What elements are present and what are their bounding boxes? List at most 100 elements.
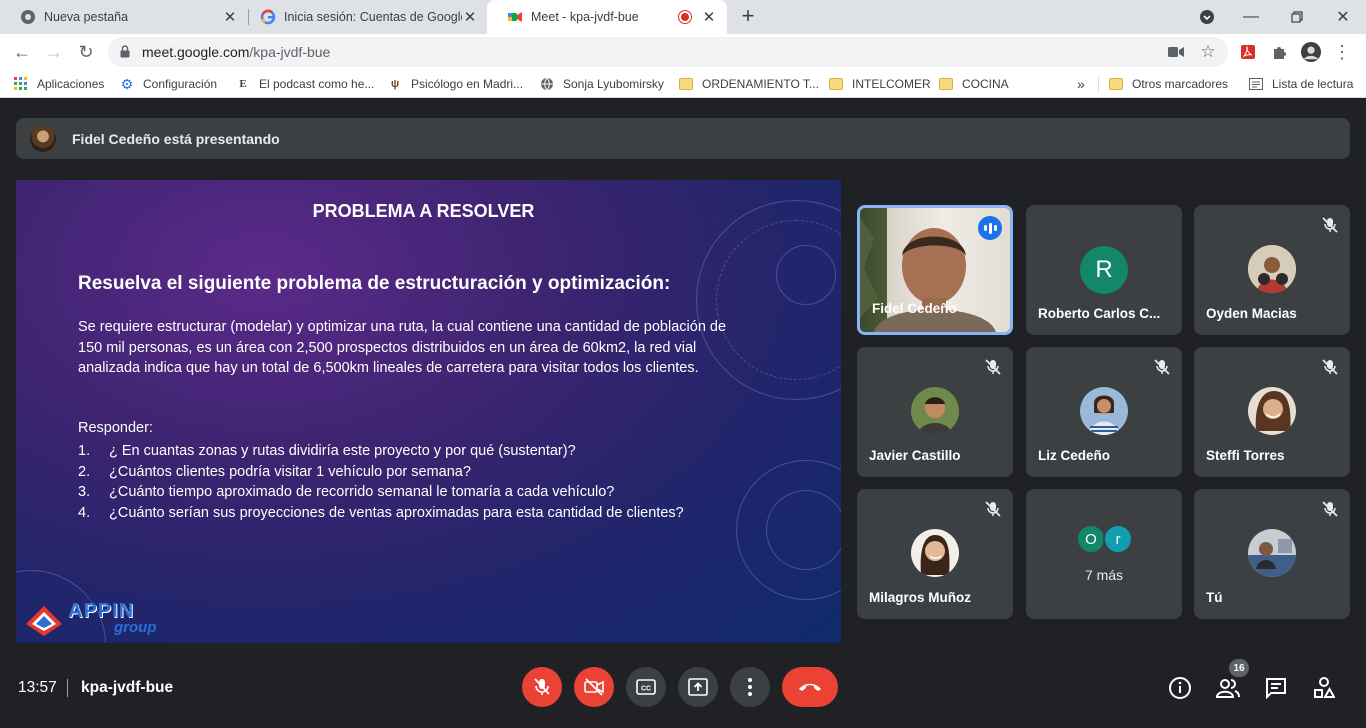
bookmark-apps[interactable]: Aplicaciones — [14, 70, 104, 98]
browser-toolbar: ← → ↻ meet.google.com/kpa-jvdf-bue ☆ ⋮ — [0, 34, 1366, 70]
bookmark-folder-intelcomer[interactable]: INTELCOMER — [829, 70, 931, 98]
bookmark-label: COCINA — [962, 77, 1009, 91]
reload-icon[interactable]: ↻ — [74, 40, 98, 64]
bookmark-folder-ordenamiento[interactable]: ORDENAMIENTO T... — [679, 70, 819, 98]
info-icon — [1169, 677, 1191, 699]
more-options-button[interactable] — [730, 667, 770, 707]
new-tab-button[interactable]: + — [737, 5, 759, 28]
presenting-text: Fidel Cedeño está presentando — [72, 130, 280, 147]
leave-call-button[interactable] — [782, 667, 838, 707]
more-bookmarks-button[interactable]: » — [1077, 70, 1085, 98]
bookmark-label: Otros marcadores — [1132, 77, 1229, 91]
camera-toggle-button[interactable] — [574, 667, 614, 707]
address-bar[interactable]: meet.google.com/kpa-jvdf-bue ☆ — [108, 37, 1228, 67]
question-item: 4. ¿Cuánto serían sus proyecciones de ven… — [78, 503, 684, 524]
mic-off-icon — [985, 501, 1001, 517]
back-icon[interactable]: ← — [10, 40, 34, 64]
reading-list-label: Lista de lectura — [1272, 77, 1354, 91]
restore-icon[interactable] — [1284, 4, 1310, 30]
bookmark-folder-cocina[interactable]: COCINA — [939, 70, 1009, 98]
participant-name: Javier Castillo — [869, 448, 961, 463]
bookmark-sonja[interactable]: Sonja Lyubomirsky — [540, 70, 664, 98]
minimize-icon[interactable]: — — [1238, 4, 1264, 30]
participant-tile[interactable]: Liz Cedeño — [1026, 347, 1182, 477]
folder-icon — [1109, 77, 1123, 91]
participants-button[interactable] — [1215, 675, 1241, 701]
appin-logo: APPIN group — [22, 600, 172, 640]
psychology-site-icon: ψ — [390, 78, 400, 90]
tab-search-icon[interactable] — [1194, 4, 1220, 30]
participant-name: Fidel Cedeño — [872, 301, 957, 316]
question-text: ¿Cuánto serían sus proyecciones de venta… — [109, 504, 684, 521]
folder-icon — [679, 77, 693, 91]
apps-grid-icon — [14, 77, 28, 91]
participant-tile-active[interactable]: Fidel Cedeño — [857, 205, 1013, 335]
presentation-slide: PROBLEMA A RESOLVER Resuelva el siguient… — [16, 180, 841, 643]
present-now-button[interactable] — [678, 667, 718, 707]
more-participants-tile[interactable]: O r 7 más — [1026, 489, 1182, 619]
chat-icon — [1266, 678, 1286, 699]
participant-tile[interactable]: R Roberto Carlos C... — [1026, 205, 1182, 335]
question-number: 1. — [78, 443, 91, 459]
mic-off-icon — [985, 359, 1001, 375]
meeting-details-button[interactable] — [1167, 675, 1193, 701]
close-tab-icon[interactable]: ✕ — [222, 9, 238, 26]
closed-captions-icon: CC — [636, 679, 656, 695]
chrome-menu-icon[interactable]: ⋮ — [1332, 42, 1352, 62]
participant-count-badge: 16 — [1229, 659, 1249, 677]
tab-google-accounts[interactable]: Inicia sesión: Cuentas de Google ✕ — [240, 0, 488, 34]
slide-subtitle: Resuelva el siguiente problema de estruc… — [78, 273, 671, 294]
participant-name: Milagros Muñoz — [869, 590, 971, 605]
reading-list[interactable]: Lista de lectura — [1249, 70, 1353, 98]
bookmark-label: INTELCOMER — [852, 77, 931, 91]
meeting-code: kpa-jvdf-bue — [81, 679, 174, 696]
lock-icon[interactable] — [120, 45, 130, 58]
mic-toggle-button[interactable] — [522, 667, 562, 707]
captions-button[interactable]: CC — [626, 667, 666, 707]
participant-name: Roberto Carlos C... — [1038, 306, 1161, 321]
gear-icon: ⚙ — [120, 75, 134, 92]
bookmark-label: Psicólogo en Madri... — [411, 77, 524, 91]
pdf-extension-icon[interactable] — [1238, 42, 1258, 62]
tab-new-tab[interactable]: Nueva pestaña ✕ — [0, 0, 248, 34]
logo-subtext: group — [114, 619, 157, 636]
bookmark-label: Sonja Lyubomirsky — [563, 77, 664, 91]
bookmark-other[interactable]: Otros marcadores — [1109, 70, 1228, 98]
participant-photo-avatar — [1248, 245, 1296, 293]
bookmark-label: Aplicaciones — [37, 77, 105, 91]
question-text: ¿Cuántos clientes podría visitar 1 vehíc… — [109, 463, 471, 480]
tab-meet[interactable]: Meet - kpa-jvdf-bue ✕ — [487, 0, 727, 34]
forward-icon[interactable]: → — [42, 40, 66, 64]
profile-avatar[interactable] — [1301, 42, 1321, 62]
close-tab-icon[interactable]: ✕ — [462, 9, 478, 26]
meet-app: Fidel Cedeño está presentando PROBLEMA A… — [0, 98, 1366, 728]
bookmark-podcast[interactable]: E El podcast como he... — [236, 70, 374, 98]
bookmark-label: Configuración — [143, 77, 218, 91]
participant-tile[interactable]: Steffi Torres — [1194, 347, 1350, 477]
bookmark-star-icon[interactable]: ☆ — [1198, 42, 1218, 62]
camera-in-use-icon[interactable] — [1166, 42, 1186, 62]
participant-photo-avatar — [1248, 529, 1296, 577]
more-participants-label: 7 más — [1084, 567, 1124, 583]
url-path: /kpa-jvdf-bue — [249, 44, 331, 60]
mic-off-icon — [1322, 359, 1338, 375]
bookmark-settings[interactable]: ⚙ Configuración — [120, 70, 217, 98]
window-close-icon[interactable]: ✕ — [1330, 4, 1356, 30]
mic-off-icon — [1322, 501, 1338, 517]
activities-button[interactable] — [1311, 675, 1337, 701]
self-tile[interactable]: Tú — [1194, 489, 1350, 619]
bookmark-label: ORDENAMIENTO T... — [702, 77, 819, 91]
meet-icon — [507, 9, 523, 25]
bookmark-psicologo[interactable]: ψ Psicólogo en Madri... — [388, 70, 523, 98]
mic-off-icon — [1154, 359, 1170, 375]
close-tab-icon[interactable]: ✕ — [701, 9, 717, 26]
bottom-bar: 13:57 kpa-jvdf-bue CC 16 — [0, 658, 1366, 728]
slide-title: PROBLEMA A RESOLVER — [312, 201, 535, 221]
participant-tile[interactable]: Milagros Muñoz — [857, 489, 1013, 619]
extensions-puzzle-icon[interactable] — [1270, 42, 1290, 62]
participant-tile[interactable]: Oyden Macias — [1194, 205, 1350, 335]
chat-button[interactable] — [1263, 675, 1289, 701]
participant-tile[interactable]: Javier Castillo — [857, 347, 1013, 477]
participant-photo-avatar — [911, 529, 959, 577]
reading-list-icon — [1249, 77, 1263, 91]
